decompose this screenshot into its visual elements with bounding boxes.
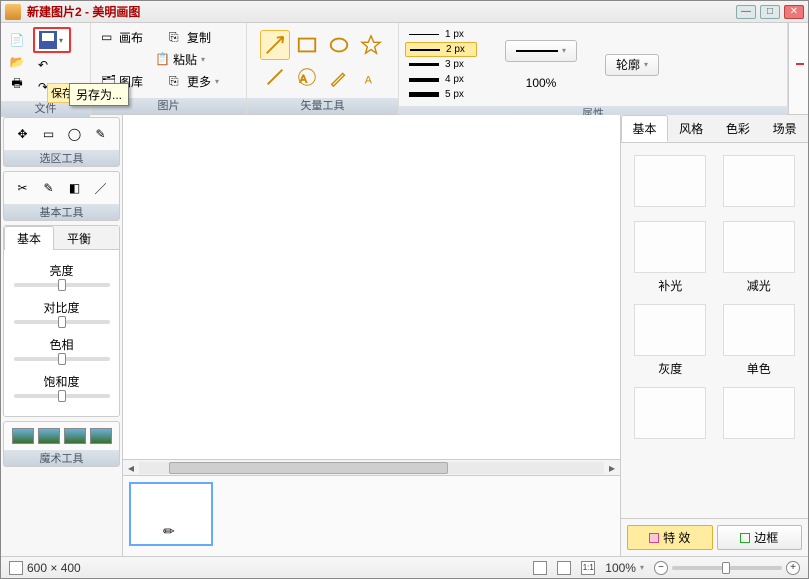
- title-bar: 新建图片2 - 美明画图 — □ ✕: [1, 1, 808, 23]
- copy-button[interactable]: ⎘复制: [165, 27, 215, 47]
- magic-tools-panel: 魔术工具: [3, 421, 120, 467]
- app-icon: [5, 4, 21, 20]
- horizontal-scrollbar[interactable]: ◂▸: [123, 460, 620, 476]
- zoom-slider[interactable]: [672, 566, 782, 570]
- effects-toggle[interactable]: 特 效: [627, 525, 713, 550]
- page-thumbnails: ✏: [123, 476, 620, 556]
- page-thumb-1[interactable]: ✏: [129, 482, 213, 546]
- zoom-out-button[interactable]: −: [654, 561, 668, 575]
- zoom-percent: 100%: [605, 561, 636, 575]
- minimize-button[interactable]: —: [736, 5, 756, 19]
- select-tools-panel: ✥ ▭ ◯ ✎ 选区工具: [3, 117, 120, 167]
- hue-slider[interactable]: [14, 357, 110, 361]
- fit-icon[interactable]: [557, 561, 571, 575]
- ribbon-group-vector: 矢量工具: [247, 98, 398, 114]
- right-panel: 基本 风格 色彩 场景 补光 减光 灰度 单色 特 效 边框: [620, 115, 808, 556]
- eraser-tool[interactable]: ◧: [65, 178, 85, 198]
- ribbon: 📄 📂 🖶 ▾ ↶ ↷ 文件 保存 另存为... ▭画布 ⎘复制: [1, 23, 808, 115]
- lasso-tool[interactable]: ✎: [91, 124, 111, 144]
- effect-grayscale[interactable]: 灰度: [631, 304, 710, 377]
- stroke-width-list[interactable]: 1 px 2 px 3 px 4 px 5 px: [405, 27, 477, 102]
- saturation-slider[interactable]: [14, 394, 110, 398]
- effect-fill-light[interactable]: 补光: [631, 221, 710, 294]
- open-file-button[interactable]: 📂: [7, 52, 27, 72]
- pencil-icon: ✏: [163, 523, 175, 540]
- shape-arrow-tool[interactable]: [260, 30, 290, 60]
- rect-select-tool[interactable]: ▭: [39, 124, 59, 144]
- undo-button[interactable]: ↶: [33, 55, 53, 75]
- ribbon-overflow[interactable]: [788, 23, 808, 114]
- brightness-slider[interactable]: [14, 283, 110, 287]
- shape-star-tool[interactable]: [356, 30, 386, 60]
- brush-tool[interactable]: ／: [91, 178, 111, 198]
- canvas[interactable]: [123, 115, 620, 460]
- right-tab-color[interactable]: 色彩: [715, 115, 762, 142]
- right-tab-style[interactable]: 风格: [668, 115, 715, 142]
- cursor-pos-icon: [533, 561, 547, 575]
- new-file-button[interactable]: 📄: [7, 30, 27, 50]
- canvas-dimensions: 600 × 400: [27, 561, 81, 575]
- magic-preset-3[interactable]: [64, 428, 86, 444]
- zoom-in-button[interactable]: +: [786, 561, 800, 575]
- print-button[interactable]: 🖶: [7, 74, 27, 94]
- border-toggle[interactable]: 边框: [717, 525, 803, 550]
- actual-size-icon[interactable]: 1:1: [581, 561, 595, 575]
- canvas-button[interactable]: ▭画布: [97, 27, 147, 47]
- shape-text-bubble-tool[interactable]: A: [292, 62, 322, 92]
- more-button[interactable]: ⎘更多▾: [165, 71, 223, 91]
- shape-ellipse-tool[interactable]: [324, 30, 354, 60]
- effect-item[interactable]: [631, 387, 710, 443]
- eyedropper-tool[interactable]: ✎: [39, 178, 59, 198]
- save-icon: [39, 31, 57, 49]
- effect-item[interactable]: [631, 155, 710, 211]
- pink-square-icon: [649, 533, 659, 543]
- move-tool[interactable]: ✥: [13, 124, 33, 144]
- shape-rect-tool[interactable]: [292, 30, 322, 60]
- ribbon-zoom-label: 100%: [526, 76, 557, 90]
- line-style-dropdown[interactable]: ▾: [505, 40, 577, 62]
- save-as-tooltip: 另存为...: [69, 83, 129, 106]
- right-tab-scene[interactable]: 场景: [761, 115, 808, 142]
- adjust-tab-basic[interactable]: 基本: [4, 226, 54, 250]
- contrast-slider[interactable]: [14, 320, 110, 324]
- magic-preset-1[interactable]: [12, 428, 34, 444]
- status-bar: 600 × 400 1:1 100%▾ − +: [1, 556, 808, 578]
- effect-item[interactable]: [720, 387, 799, 443]
- basic-tools-panel: ✂ ✎ ◧ ／ 基本工具: [3, 171, 120, 221]
- adjust-panel: 基本 平衡 亮度 对比度 色相 饱和度: [3, 225, 120, 417]
- save-button[interactable]: ▾: [33, 27, 71, 53]
- effect-reduce-light[interactable]: 减光: [720, 221, 799, 294]
- magic-preset-4[interactable]: [90, 428, 112, 444]
- shape-text-tool[interactable]: A: [356, 62, 386, 92]
- left-toolbox: ✥ ▭ ◯ ✎ 选区工具 ✂ ✎ ◧ ／ 基本工具 基本 平衡 亮度 对: [1, 115, 123, 556]
- svg-text:A: A: [364, 74, 372, 86]
- effect-item[interactable]: [720, 155, 799, 211]
- crop-tool[interactable]: ✂: [13, 178, 33, 198]
- magic-preset-2[interactable]: [38, 428, 60, 444]
- save-dropdown-arrow[interactable]: ▾: [57, 36, 65, 45]
- ellipse-select-tool[interactable]: ◯: [65, 124, 85, 144]
- adjust-tab-balance[interactable]: 平衡: [54, 226, 104, 250]
- canvas-area: ◂▸ ✏: [123, 115, 620, 556]
- dims-icon: [9, 561, 23, 575]
- effect-monochrome[interactable]: 单色: [720, 304, 799, 377]
- shape-pen-tool[interactable]: [324, 62, 354, 92]
- shape-line-tool[interactable]: [260, 62, 290, 92]
- paste-button[interactable]: 📋粘贴▾: [151, 49, 209, 69]
- svg-text:A: A: [299, 73, 307, 85]
- green-square-icon: [740, 533, 750, 543]
- maximize-button[interactable]: □: [760, 5, 780, 19]
- window-title: 新建图片2 - 美明画图: [27, 3, 736, 20]
- right-tab-basic[interactable]: 基本: [621, 115, 668, 142]
- close-button[interactable]: ✕: [784, 5, 804, 19]
- outline-dropdown[interactable]: 轮廓▾: [605, 54, 659, 76]
